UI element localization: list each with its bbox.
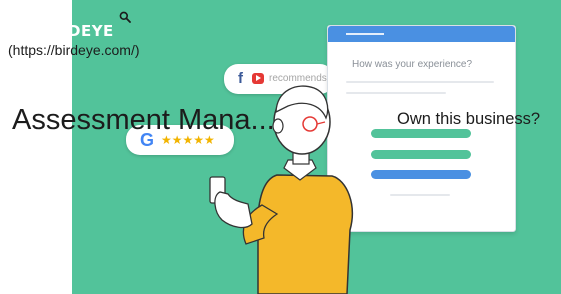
hero-illustration: f recommends G ★★★★★ How was your experi… [72,0,561,294]
person-illustration [209,85,354,294]
website-link[interactable]: (https://birdeye.com/) [8,42,140,58]
birdeye-logo: DEYE [68,22,114,40]
search-icon[interactable] [119,11,131,23]
page-title: Assessment Mana... [12,104,275,136]
own-this-business-link[interactable]: Own this business? [397,110,540,129]
